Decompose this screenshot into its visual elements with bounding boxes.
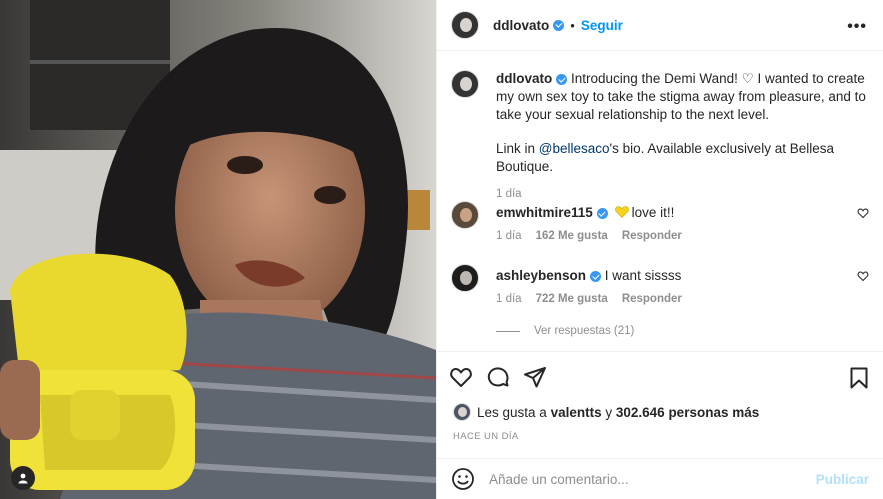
save-bookmark-icon[interactable] — [847, 366, 871, 395]
action-bar — [437, 351, 883, 401]
reply-button[interactable]: Responder — [622, 293, 682, 305]
publish-button[interactable]: Publicar — [816, 472, 869, 487]
tagged-user-button[interactable] — [11, 466, 35, 490]
comment-text: love it!! — [631, 205, 675, 220]
verified-badge-icon — [590, 270, 602, 282]
comment-input[interactable] — [489, 471, 816, 487]
replies-divider — [496, 330, 520, 332]
view-replies-button[interactable]: Ver respuestas (21) — [496, 325, 634, 337]
caption: ddlovato Introducing the Demi Wand! ♡ I … — [451, 70, 869, 200]
like-comment-heart-icon[interactable] — [857, 207, 869, 219]
author-avatar[interactable] — [451, 11, 479, 39]
caption-mention-link[interactable]: @bellesaco — [539, 141, 610, 156]
comment-meta: 1 día 162 Me gusta Responder — [496, 230, 869, 242]
caption-body: ddlovato Introducing the Demi Wand! ♡ I … — [496, 70, 869, 176]
post-timestamp[interactable]: HACE UN DÍA — [453, 431, 519, 442]
liker-username[interactable]: valentts — [551, 405, 602, 420]
likes-middle: y — [605, 404, 613, 420]
more-options-icon[interactable]: ••• — [847, 18, 867, 36]
comment-username[interactable]: ashleybenson — [496, 268, 586, 283]
caption-avatar[interactable] — [451, 70, 479, 98]
reply-button[interactable]: Responder — [622, 230, 682, 242]
share-paper-plane-icon[interactable] — [523, 365, 547, 389]
comment-body: emwhitmire115 love it!! — [496, 201, 869, 222]
liker-avatar[interactable] — [453, 403, 471, 421]
caption-timestamp[interactable]: 1 día — [496, 188, 522, 200]
post-image[interactable] — [0, 0, 436, 499]
verified-badge-icon — [553, 19, 565, 31]
comment-meta: 1 día 722 Me gusta Responder — [496, 293, 869, 305]
comment-text: I want sissss — [604, 268, 682, 283]
comment-avatar[interactable] — [451, 201, 479, 229]
follow-button[interactable]: Seguir — [581, 18, 623, 33]
comment-likes[interactable]: 162 Me gusta — [536, 230, 608, 242]
likes-prefix: Les gusta a — [477, 404, 547, 420]
comment-item: emwhitmire115 love it!! 1 día 162 Me gust… — [451, 201, 869, 242]
add-comment-bar: Publicar — [437, 458, 883, 499]
caption-username[interactable]: ddlovato — [496, 71, 552, 86]
comment-avatar[interactable] — [451, 264, 479, 292]
comment-likes[interactable]: 722 Me gusta — [536, 293, 608, 305]
likes-count[interactable]: 302.646 personas más — [616, 405, 759, 420]
post-photo-illustration — [0, 0, 436, 499]
comment-username[interactable]: emwhitmire115 — [496, 205, 593, 220]
post-header: ddlovato • Seguir ••• — [437, 0, 883, 51]
comment-timestamp[interactable]: 1 día — [496, 230, 522, 242]
author-username[interactable]: ddlovato — [493, 18, 549, 33]
separator-dot: • — [570, 17, 575, 33]
comment-body: ashleybenson I want sissss — [496, 264, 869, 285]
like-comment-heart-icon[interactable] — [857, 270, 869, 282]
caption-link-prefix: Link in — [496, 141, 539, 156]
comment-bubble-icon[interactable] — [486, 365, 510, 389]
verified-badge-icon — [556, 73, 568, 85]
user-icon — [18, 473, 28, 484]
yellow-heart-icon — [614, 206, 629, 218]
likes-summary: Les gusta a valentts y 302.646 personas … — [453, 403, 759, 421]
verified-badge-icon — [596, 207, 608, 219]
caption-meta: 1 día — [496, 188, 869, 200]
post-details-panel: ddlovato • Seguir ••• ddlovato Introduci… — [436, 0, 883, 499]
emoji-icon[interactable] — [451, 467, 475, 491]
like-heart-icon[interactable] — [449, 365, 473, 389]
comment-timestamp[interactable]: 1 día — [496, 293, 522, 305]
comments-area: ddlovato Introducing the Demi Wand! ♡ I … — [437, 51, 883, 351]
view-replies-label: Ver respuestas (21) — [534, 325, 635, 337]
comment-item: ashleybenson I want sissss 1 día 722 Me g… — [451, 264, 869, 305]
